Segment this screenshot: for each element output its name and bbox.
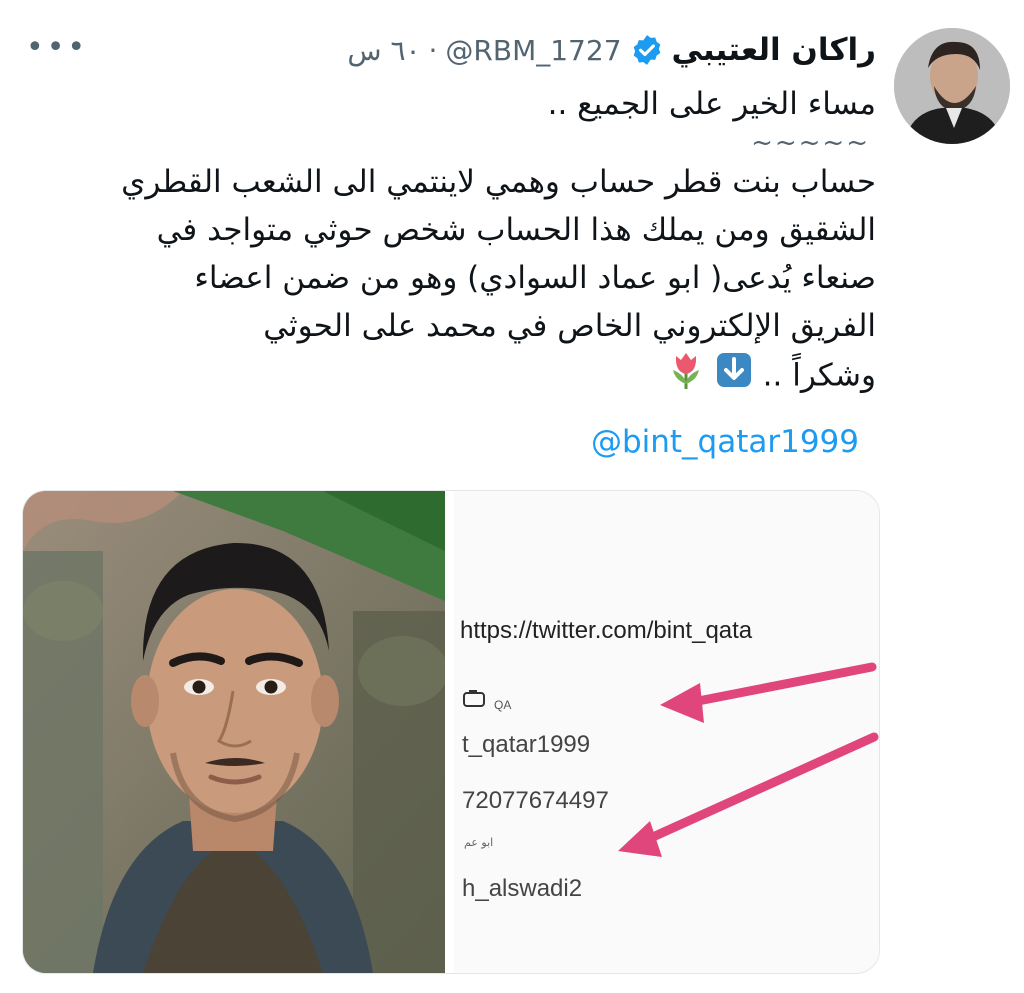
avatar-photo: [894, 28, 1010, 144]
media-photo-screenshot[interactable]: https://twitter.com/bint_qata QA t_qatar…: [454, 491, 879, 973]
separator-dot: ·: [428, 33, 438, 67]
mention-link[interactable]: @bint_qatar1999: [591, 424, 859, 460]
author-avatar[interactable]: [894, 28, 1010, 144]
tweet-line-7-text: وشكراً ..: [762, 357, 876, 394]
display-name[interactable]: راكان العتيبي: [672, 32, 876, 68]
tweet-header: راكان العتيبي @RBM_1727 · ٦٠ س: [347, 24, 876, 76]
tweet-line-6: الفريق الإلكتروني الخاص في محمد على الحو…: [263, 308, 876, 344]
tweet-line-5: صنعاء يُدعى( ابو عماد السوادي) وهو من ضم…: [194, 260, 876, 296]
tweet-line-1: مساء الخير على الجميع ..: [547, 86, 876, 122]
tweet-line-4: الشقيق ومن يملك هذا الحساب شخص حوثي متوا…: [156, 212, 876, 248]
more-options-icon[interactable]: •••: [26, 33, 88, 63]
tulip-emoji: [667, 350, 705, 404]
verified-badge-icon: [630, 33, 664, 67]
arrow-top: [660, 662, 877, 723]
tweet-line-tilde: ~~~~~: [751, 128, 870, 158]
tweet-line-7: وشكراً ..: [16, 350, 876, 404]
tweet-text: مساء الخير على الجميع .. ~~~~~ حساب بنت …: [16, 80, 876, 404]
tweet-timestamp[interactable]: ٦٠ س: [347, 34, 420, 67]
media-photo-portrait[interactable]: [23, 491, 448, 973]
down-arrow-emoji: [715, 351, 753, 403]
tweet-line-3: حساب بنت قطر حساب وهمي لاينتمي الى الشعب…: [121, 164, 876, 200]
tweet-media[interactable]: https://twitter.com/bint_qata QA t_qatar…: [22, 490, 880, 974]
annotation-arrows: [618, 662, 879, 857]
user-handle[interactable]: @RBM_1727: [445, 34, 621, 67]
arrow-bottom: [618, 732, 879, 857]
